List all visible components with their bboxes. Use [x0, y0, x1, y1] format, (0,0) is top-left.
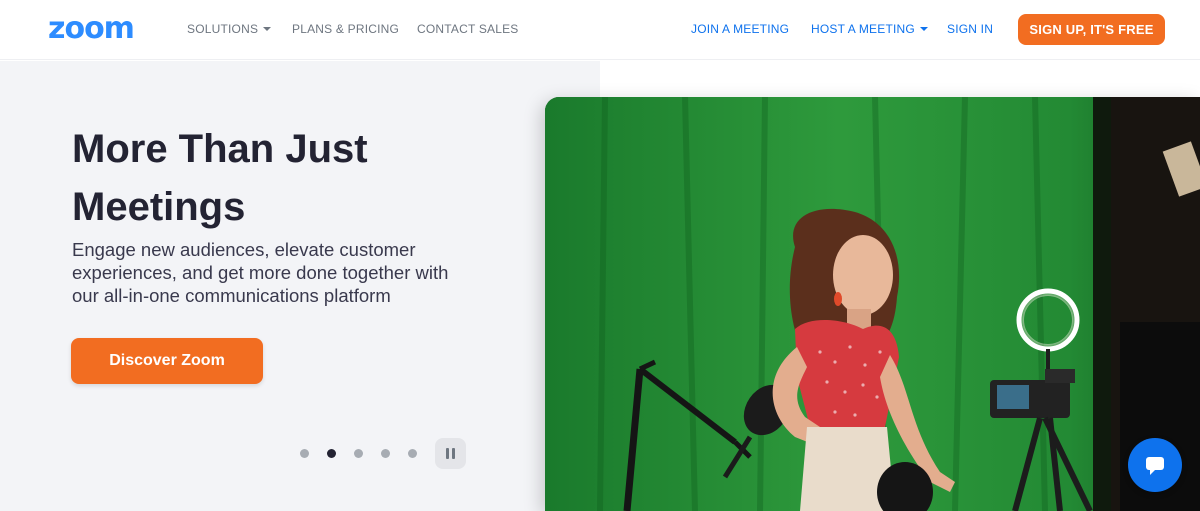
nav-join-meeting[interactable]: JOIN A MEETING [691, 22, 789, 36]
hero-headline: More Than Just Meetings [72, 127, 368, 229]
chat-bubble-icon [1146, 457, 1164, 475]
nav-solutions-label: SOLUTIONS [187, 22, 259, 36]
chevron-down-icon [919, 26, 928, 31]
chevron-down-icon [263, 26, 272, 31]
nav-plans-pricing[interactable]: PLANS & PRICING [292, 22, 399, 36]
nav-sign-in[interactable]: SIGN IN [947, 22, 993, 36]
nav-contact-sales[interactable]: CONTACT SALES [417, 22, 519, 36]
discover-zoom-button[interactable]: Discover Zoom [71, 338, 263, 384]
carousel-dot-2[interactable] [327, 449, 336, 458]
carousel-dot-3[interactable] [354, 449, 363, 458]
pause-icon [446, 448, 449, 459]
zoom-logo[interactable]: zoom [48, 12, 135, 46]
green-screen-scene-illustration [545, 97, 1200, 511]
top-nav: zoom SOLUTIONS PLANS & PRICING CONTACT S… [0, 0, 1200, 60]
carousel-dot-5[interactable] [408, 449, 417, 458]
nav-host-meeting[interactable]: HOST A MEETING [811, 22, 928, 36]
nav-solutions[interactable]: SOLUTIONS [187, 22, 272, 36]
carousel-dot-4[interactable] [381, 449, 390, 458]
hero-subtext: Engage new audiences, elevate customer e… [72, 239, 449, 306]
carousel-pause-button[interactable] [435, 438, 466, 469]
chat-button[interactable] [1128, 438, 1182, 492]
hero-image [545, 97, 1200, 511]
sign-up-button[interactable]: SIGN UP, IT'S FREE [1018, 14, 1165, 45]
nav-host-meeting-label: HOST A MEETING [811, 22, 915, 36]
carousel-dot-1[interactable] [300, 449, 309, 458]
